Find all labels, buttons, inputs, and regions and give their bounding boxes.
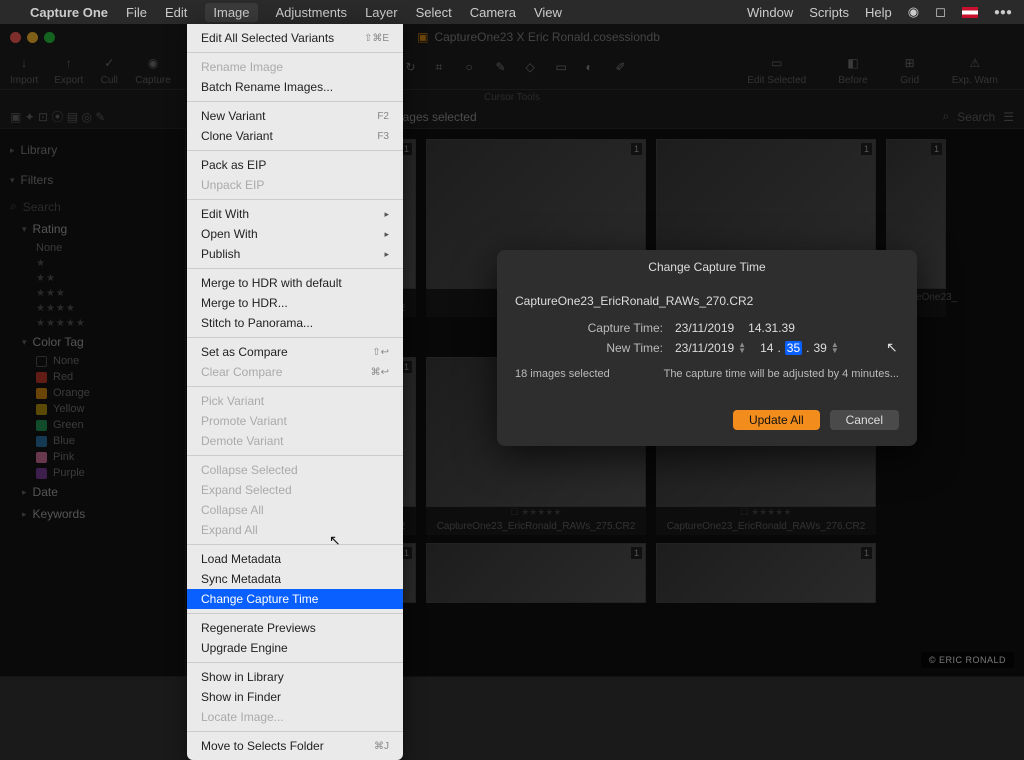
menu-camera[interactable]: Camera — [470, 5, 516, 20]
new-time-field[interactable]: 14.35.39 ▲▼ — [760, 341, 839, 355]
menu-item[interactable]: Set as Compare⇧↩ — [187, 342, 403, 362]
menu-item: Clear Compare⌘↩ — [187, 362, 403, 382]
menu-item[interactable]: Show in Finder — [187, 687, 403, 707]
menu-item: Expand All — [187, 520, 403, 540]
menu-item: Locate Image... — [187, 707, 403, 727]
app-name[interactable]: Capture One — [30, 5, 108, 20]
flag-icon[interactable] — [962, 7, 978, 18]
menu-item[interactable]: Merge to HDR with default — [187, 273, 403, 293]
record-icon[interactable]: ◉ — [908, 4, 919, 20]
menu-item: Unpack EIP — [187, 175, 403, 195]
menu-item: Demote Variant — [187, 431, 403, 451]
dialog-filename: CaptureOne23_EricRonald_RAWs_270.CR2 — [515, 290, 899, 318]
menu-item[interactable]: Load Metadata — [187, 549, 403, 569]
adjustment-info: The capture time will be adjusted by 4 m… — [664, 368, 899, 380]
menu-item[interactable]: Merge to HDR... — [187, 293, 403, 313]
menu-file[interactable]: File — [126, 5, 147, 20]
menu-window[interactable]: Window — [747, 5, 793, 20]
capture-date-value: 23/11/2019 — [675, 321, 734, 335]
menu-item[interactable]: Clone VariantF3 — [187, 126, 403, 146]
menu-item[interactable]: Edit All Selected Variants⇧⌘E — [187, 28, 403, 48]
menu-edit[interactable]: Edit — [165, 5, 187, 20]
square-icon[interactable]: ◻ — [935, 4, 946, 20]
cancel-button[interactable]: Cancel — [830, 410, 899, 430]
menu-item[interactable]: Change Capture Time — [187, 589, 403, 609]
menu-item: Collapse Selected — [187, 460, 403, 480]
menu-select[interactable]: Select — [416, 5, 452, 20]
date-stepper[interactable]: ▲▼ — [738, 342, 746, 354]
menu-item[interactable]: New VariantF2 — [187, 106, 403, 126]
capture-time-label: Capture Time: — [515, 321, 675, 335]
menu-item: Expand Selected — [187, 480, 403, 500]
menu-item[interactable]: Stitch to Panorama... — [187, 313, 403, 333]
time-stepper[interactable]: ▲▼ — [831, 342, 839, 354]
menu-layer[interactable]: Layer — [365, 5, 398, 20]
menu-item[interactable]: Show in Library — [187, 667, 403, 687]
menu-item[interactable]: Edit With▸ — [187, 204, 403, 224]
menu-adjustments[interactable]: Adjustments — [276, 5, 348, 20]
menu-item[interactable]: Sync Metadata — [187, 569, 403, 589]
menu-item: Pick Variant — [187, 391, 403, 411]
menu-item: Promote Variant — [187, 411, 403, 431]
menu-item[interactable]: Upgrade Engine — [187, 638, 403, 658]
menu-scripts[interactable]: Scripts — [809, 5, 849, 20]
new-date-field[interactable]: 23/11/2019 ▲▼ — [675, 341, 746, 355]
new-time-label: New Time: — [515, 341, 675, 355]
selection-count: 18 images selected — [515, 368, 610, 380]
menubar: Capture One File Edit Image Adjustments … — [0, 0, 1024, 24]
menu-item[interactable]: Publish▸ — [187, 244, 403, 264]
status-indicator: ●●● — [994, 7, 1012, 18]
menu-item[interactable]: Pack as EIP — [187, 155, 403, 175]
menu-image[interactable]: Image — [205, 3, 257, 22]
menu-item: Rename Image — [187, 57, 403, 77]
change-capture-time-dialog: Change Capture Time CaptureOne23_EricRon… — [497, 250, 917, 446]
minutes-segment[interactable]: 35 — [785, 341, 802, 355]
menu-help[interactable]: Help — [865, 5, 892, 20]
capture-time-value: 14.31.39 — [748, 321, 795, 335]
menu-item[interactable]: Regenerate Previews — [187, 618, 403, 638]
update-all-button[interactable]: Update All — [733, 410, 820, 430]
menu-item[interactable]: Open With▸ — [187, 224, 403, 244]
menu-item: Collapse All — [187, 500, 403, 520]
image-menu-dropdown: Edit All Selected Variants⇧⌘E Rename Imag… — [187, 24, 403, 760]
menu-view[interactable]: View — [534, 5, 562, 20]
dialog-title: Change Capture Time — [497, 250, 917, 282]
menu-item[interactable]: Move to Selects Folder⌘J — [187, 736, 403, 756]
menu-item[interactable]: Batch Rename Images... — [187, 77, 403, 97]
